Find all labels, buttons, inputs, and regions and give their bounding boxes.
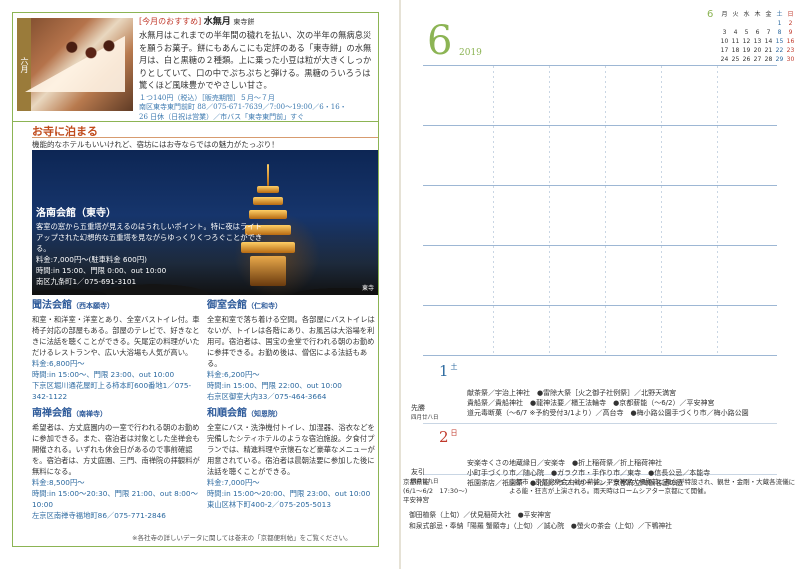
temple-sub: （南禅寺） <box>72 410 107 418</box>
sweet-hours: 26 日休（日祝は営業）／市バス「東寺東門前」すぐ <box>139 112 305 121</box>
event-line: 御田植祭（上旬）／伏見稲荷大社 ●平安神宮 <box>409 511 551 519</box>
sweet-maker: 東寺餅 <box>233 18 255 26</box>
grid-line <box>423 305 777 306</box>
temple-sub: （仁和寺） <box>247 302 282 310</box>
grid-dash <box>717 66 718 355</box>
sweet-price: １つ140円（税込）［販売期間］５月～７月 <box>139 93 275 102</box>
temple-desc: 和室・和洋室・洋室とあり、全室バストイレ付。車椅子対応の部屋もある。部屋のテレビ… <box>32 315 200 357</box>
sweet-name: 水無月 <box>203 17 231 27</box>
mini-cal-row: 12 <box>777 20 793 27</box>
temple-sub: （知恩院） <box>247 410 282 418</box>
month-events: 御田植祭（上旬）／伏見稲荷大社 ●平安神宮 和泉式部忌・奉納「陽羅 蟹願寺」（上… <box>409 510 799 532</box>
featured-text: [今月のおすすめ] 水無月 東寺餅 水無月はこれまでの半年間の穢れを払い、次の半… <box>139 16 375 122</box>
month-number: 6 <box>427 18 453 64</box>
temple-sub: （西本願寺） <box>72 302 114 310</box>
temple-desc: 全室和室で落ち着ける空間。各部屋にバストイレはないが、トイレは各階にあり、お風呂… <box>207 315 375 368</box>
featured-sweet-box: 六月 [今月のおすすめ] 水無月 東寺餅 水無月はこれまでの半年間の穢れを払い、… <box>12 12 379 122</box>
grid-line <box>423 185 777 186</box>
day-2-label: 2日 <box>439 428 458 446</box>
temple-block: 聞法会館（西本願寺） 和室・和洋室・洋室とあり、全室バストイレ付。車椅子対応の部… <box>32 300 202 402</box>
mini-cal-month: 6 <box>707 9 714 20</box>
temple-address: 東山区林下町400-2／075-205-5013 <box>207 500 331 509</box>
rakunan-info: 洛南会館（東寺） 客室の窓から五重塔が見えるのはうれしいポイント。特に夜はライト… <box>36 208 266 287</box>
event-line: 安楽寺くさの地蔵縁日／安楽寺 ●折上稲荷祭／折上稲荷神社 <box>467 459 663 467</box>
day-1-rokuyo: 先勝 四月廿八日 <box>411 404 439 421</box>
mini-cal-row: 17 18 19 20 21 22 23 <box>720 47 795 54</box>
section-divider <box>32 137 378 138</box>
grid-line <box>423 125 777 126</box>
temple-time: 時間:in 15:00～20:30、門限 21:00、out 8:00～10:0… <box>32 489 198 509</box>
temple-name: 南禅会館 <box>32 408 72 419</box>
rakunan-desc: 客室の窓から五重塔が見えるのはうれしいポイント。特に夜はライトアップされた幻想的… <box>36 222 263 253</box>
rakunan-title: 洛南会館（東寺） <box>36 208 116 219</box>
temple-name: 御室会館 <box>207 300 247 311</box>
temple-address: 右京区御室大内33／075-464-3664 <box>207 392 327 401</box>
temple-name: 和順会館 <box>207 408 247 419</box>
mini-calendar: 6 月火水木金土日 12 3456789 10 11 12 13 14 15 16 17 18… <box>707 10 797 64</box>
rakunan-time: 時間:in 15:00、門限 0:00、out 10:00 <box>36 266 167 275</box>
day-1-label: 1土 <box>439 362 458 380</box>
temple-address: 左京区南禅寺福地町86／075-771-2846 <box>32 511 166 520</box>
photo-caption: 東寺 <box>361 285 374 292</box>
event-line: 献茶祭／宇治上神社 ●雷除大祭［火之御子社例祭］／北野天満宮 <box>467 389 677 397</box>
recommend-label: [今月のおすすめ] <box>139 17 202 26</box>
footnote: ※各社寺の詳しいデータに関しては巻末の「京都便利帖」をご覧ください。 <box>132 534 352 542</box>
temple-time: 時間:in 15:00～20:00、門限 23:00、out 10:00 <box>207 489 371 498</box>
temple-desc: 全室にバス・洗浄機付トイレ、加湿器、浴衣などを完備したシティホテルのような宿泊施… <box>207 423 375 476</box>
sweet-address: 南区東寺東門前町 88／075-671-7639／7:00～19:00／6・16… <box>139 103 347 111</box>
rakunan-address: 南区九条町1／075-691-3101 <box>36 277 137 286</box>
event-line: 貴船祭／貴船神社 ●龍神法要／櫃王法輪寺 ●京都薪能（～6/2）／平安神宮 <box>467 399 715 407</box>
takigi-noh-desc: 京都市・京都能楽会主催の薪能。平安神宮大極殿前に舞台が特設され、観世・金剛・大蔵… <box>509 478 796 495</box>
event-line: 道元毒断菓（～6/7 ※予約受付3/1より）／高台寺 ●梅小路公園手づくり市／梅… <box>467 409 749 417</box>
sweet-description: 水無月はこれまでの半年間の穢れを払い、次の半年の無病息災を願うお菓子。餅にもあん… <box>139 30 372 90</box>
right-page: 6 2019 6 月火水木金土日 12 3456789 10 11 12 13 14 15… <box>401 0 800 569</box>
year-label: 2019 <box>459 48 482 58</box>
takigi-noh-title: 京都薪能 (6/1～6/2 17:30～) 平安神宮 <box>403 478 468 504</box>
event-line: 和泉式部忌・奉納「陽羅 蟹願寺」（上旬）／誠心院 ●螢火の茶会（上旬）／下鴨神社 <box>409 522 672 530</box>
temple-block: 和順会館（知恩院） 全室にバス・洗浄機付トイレ、加湿器、浴衣などを完備したシティ… <box>207 408 377 510</box>
rakunan-price: 料金:7,000円～(駐車料金 600円) <box>36 255 147 264</box>
grid-line <box>423 355 777 356</box>
temple-price: 料金:6,200円～ <box>207 370 260 379</box>
temple-time: 時間:in 15:00、門限 22:00、out 10:00 <box>207 381 342 390</box>
day-1-events: 献茶祭／宇治上神社 ●雷除大祭［火之御子社例祭］／北野天満宮 貴船祭／貴船神社 … <box>467 388 797 418</box>
mini-cal-row: 24 25 26 27 28 29 30 <box>720 56 795 63</box>
mini-cal-dow: 月火水木金土日 <box>721 11 794 18</box>
toji-night-photo: 洛南会館（東寺） 客室の窓から五重塔が見えるのはうれしいポイント。特に夜はライト… <box>32 150 378 295</box>
temple-desc: 希望者は、方丈庭園内の一室で行われる朝のお勤めに参加できる。また、宿泊者は対象と… <box>32 423 200 476</box>
grid-line <box>423 65 777 66</box>
grid-dash <box>605 66 606 355</box>
temple-price: 料金:7,000円～ <box>207 478 260 487</box>
mini-cal-row: 10 11 12 13 14 15 16 <box>720 38 795 45</box>
grid-dash <box>661 66 662 355</box>
temple-address: 下京区堀川通花屋町上る柿本町600番地1／075-342-1122 <box>32 381 192 401</box>
minazuki-photo: 六月 <box>17 18 133 111</box>
day-separator <box>423 423 777 424</box>
temple-time: 時間:in 15:00～、門限 23:00、out 10:00 <box>32 370 175 379</box>
grid-dash <box>493 66 494 355</box>
grid-dash <box>549 66 550 355</box>
mini-cal-row: 3456789 <box>722 29 793 36</box>
event-line: 小町手づくり市／随心院 ●ガラク市・手作り市／東寺 ●信長公忌／本能寺 <box>467 469 711 477</box>
grid-line <box>423 245 777 246</box>
temple-block: 御室会館（仁和寺） 全室和室で落ち着ける空間。各部屋にバストイレはないが、トイレ… <box>207 300 377 402</box>
section-subtitle: 機能的なホテルもいいけれど、宿坊にはお寺ならではの魅力がたっぷり！ <box>32 140 279 149</box>
temple-price: 料金:8,500円～ <box>32 478 85 487</box>
temple-price: 料金:6,800円～ <box>32 359 85 368</box>
temple-block: 南禅会館（南禅寺） 希望者は、方丈庭園内の一室で行われる朝のお勤めに参加できる。… <box>32 408 202 521</box>
temple-name: 聞法会館 <box>32 300 72 311</box>
left-page: 六月 [今月のおすすめ] 水無月 東寺餅 水無月はこれまでの半年間の穢れを払い、… <box>0 0 399 569</box>
